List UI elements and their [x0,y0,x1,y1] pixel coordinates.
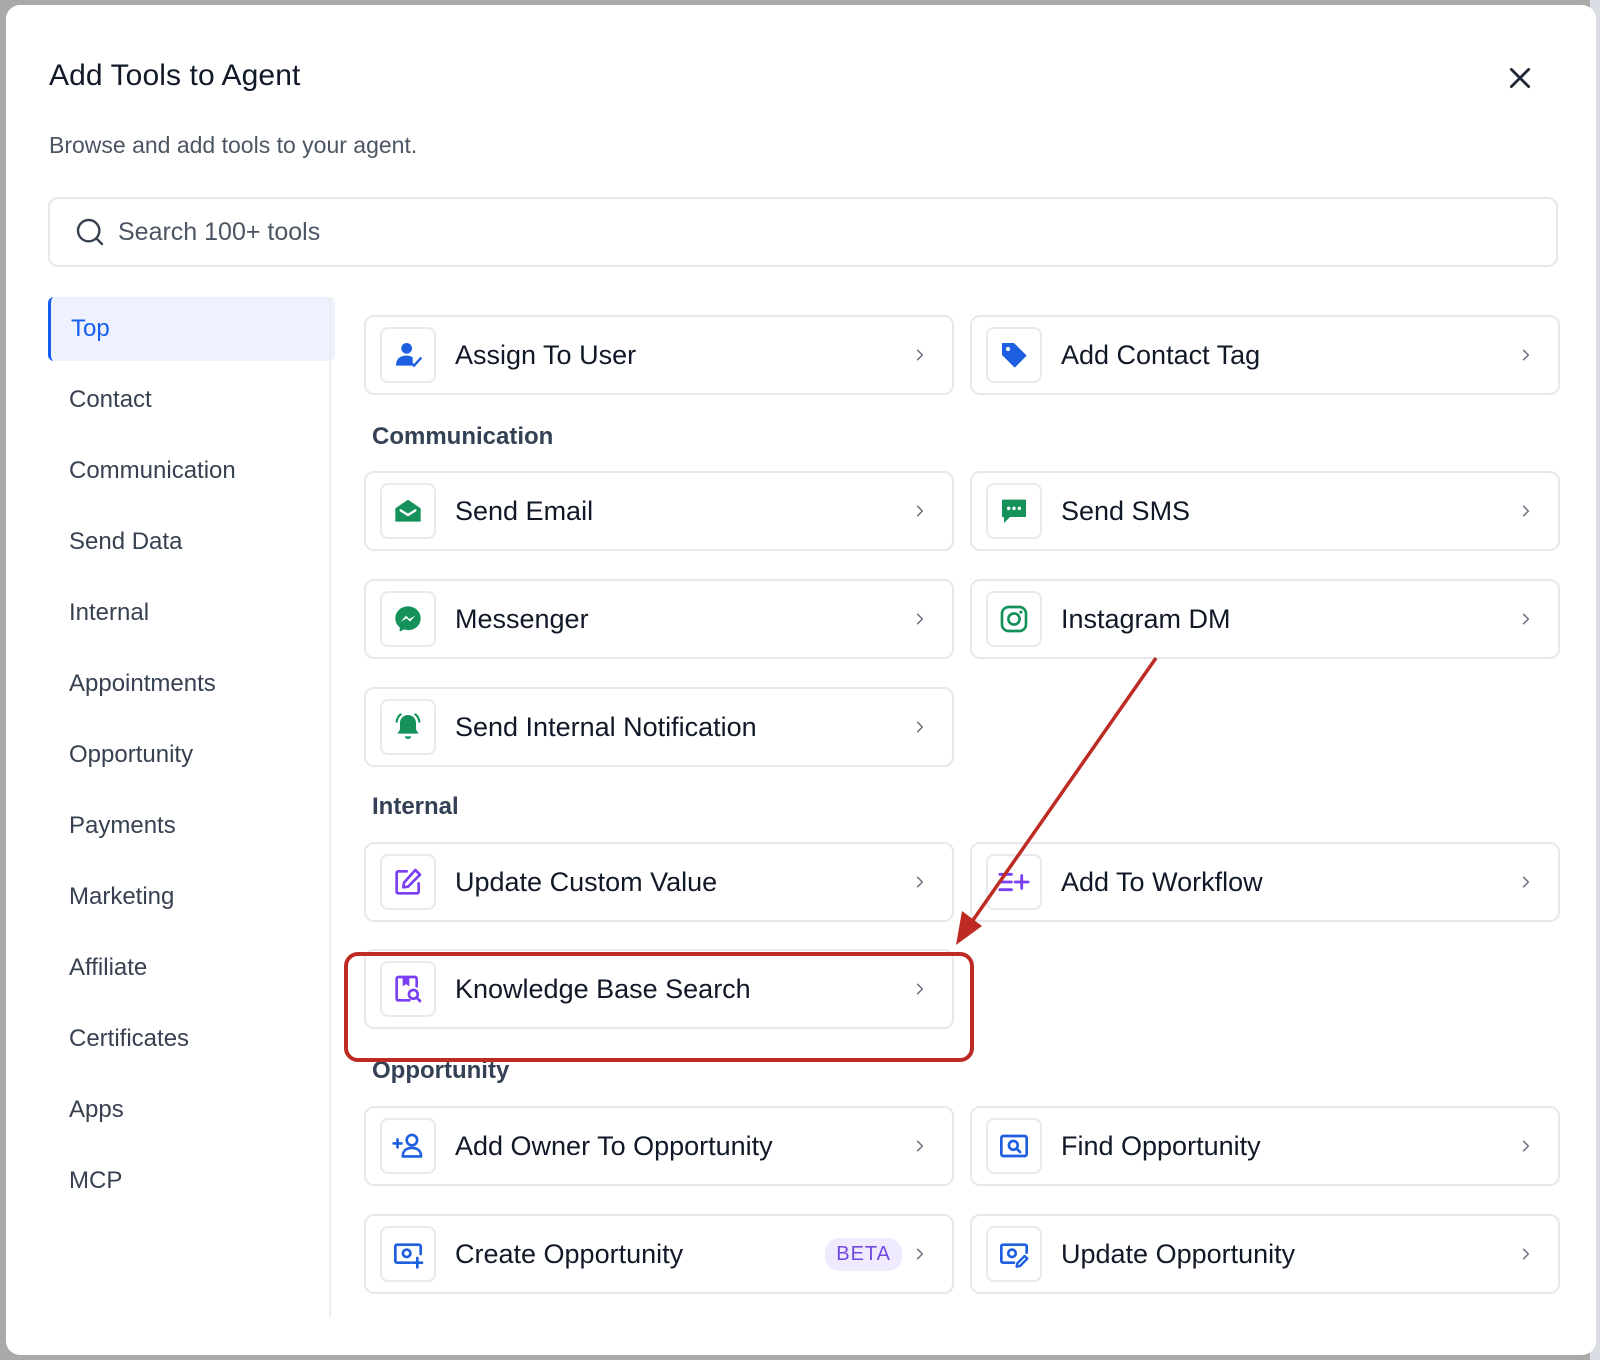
tool-card-update-custom-value[interactable]: Update Custom Value [364,842,954,922]
sidebar-item-internal[interactable]: Internal [48,581,335,645]
category-sidebar: Top Contact Communication Send Data Inte… [48,297,335,1220]
bell-icon [395,713,421,739]
sidebar-item-label: Send Data [69,528,183,555]
instagram-icon [1000,605,1028,633]
workflow-add-icon [998,872,1030,892]
sidebar-item-label: Marketing [69,883,175,910]
tools-list: Assign To User Add Contact Tag Communica… [364,5,1564,1355]
sidebar-divider [329,297,331,1317]
sidebar-item-communication[interactable]: Communication [48,439,335,503]
sidebar-item-contact[interactable]: Contact [48,368,335,432]
sidebar-item-payments[interactable]: Payments [48,794,335,858]
tool-label: Send Internal Notification [455,711,757,742]
knowledge-search-icon [395,975,422,1003]
tag-icon [1002,343,1027,368]
tool-card-knowledge-base-search[interactable]: Knowledge Base Search [364,949,954,1029]
dialog-subtitle: Browse and add tools to your agent. [49,132,418,158]
section-heading-communication: Communication [372,423,554,450]
chevron-right-icon [916,721,924,733]
tool-card-messenger[interactable]: Messenger [364,579,954,659]
sidebar-item-opportunity[interactable]: Opportunity [48,723,335,787]
tool-label: Assign To User [455,339,637,370]
chevron-right-icon [916,876,924,888]
tool-label: Messenger [455,603,589,634]
assign-user-icon [396,343,422,367]
add-owner-icon [392,1133,423,1158]
sidebar-item-label: Communication [69,457,236,484]
sidebar-item-affiliate[interactable]: Affiliate [48,936,335,1000]
tool-label: Update Custom Value [455,866,718,897]
tool-card-add-contact-tag[interactable]: Add Contact Tag [970,315,1560,395]
sidebar-item-label: Payments [69,812,176,839]
tool-card-assign-to-user[interactable]: Assign To User [364,315,954,395]
sidebar-item-top[interactable]: Top [48,297,335,361]
tool-label: Find Opportunity [1061,1130,1261,1161]
sidebar-item-marketing[interactable]: Marketing [48,865,335,929]
tool-card-send-sms[interactable]: Send SMS [970,471,1560,551]
messenger-icon [395,606,421,632]
tool-card-create-opportunity[interactable]: Create Opportunity BETA [364,1214,954,1294]
tool-card-find-opportunity[interactable]: Find Opportunity [970,1106,1560,1186]
sidebar-item-label: Apps [69,1096,124,1123]
chevron-right-icon [916,613,924,625]
chevron-right-icon [1522,1140,1530,1152]
chevron-right-icon [916,1140,924,1152]
sidebar-item-apps[interactable]: Apps [48,1078,335,1142]
sidebar-item-label: Top [71,315,110,342]
sidebar-item-label: Internal [69,599,150,626]
tool-label: Instagram DM [1061,603,1231,634]
tool-label: Add Owner To Opportunity [455,1130,773,1161]
chevron-right-icon [1522,1248,1530,1260]
tool-card-send-internal-notification[interactable]: Send Internal Notification [364,687,954,767]
sidebar-item-label: Certificates [69,1025,190,1052]
sms-icon [1002,499,1026,523]
tool-label: Update Opportunity [1061,1238,1296,1269]
email-icon [395,499,421,522]
tool-card-update-opportunity[interactable]: Update Opportunity [970,1214,1560,1294]
chevron-right-icon [1522,876,1530,888]
dialog-title: Add Tools to Agent [49,59,301,92]
chevron-right-icon [916,1248,924,1260]
sidebar-item-label: Contact [69,386,152,413]
sidebar-item-label: MCP [69,1167,123,1194]
chevron-right-icon [1522,613,1530,625]
tool-card-add-owner-to-opportunity[interactable]: Add Owner To Opportunity [364,1106,954,1186]
sidebar-item-certificates[interactable]: Certificates [48,1007,335,1071]
tool-label: Add To Workflow [1061,866,1263,897]
chevron-right-icon [916,983,924,995]
sidebar-item-appointments[interactable]: Appointments [48,652,335,716]
sidebar-item-label: Appointments [69,670,216,697]
search-icon [74,215,108,249]
tool-card-add-to-workflow[interactable]: Add To Workflow [970,842,1560,922]
tool-card-instagram-dm[interactable]: Instagram DM [970,579,1560,659]
tool-card-send-email[interactable]: Send Email [364,471,954,551]
sidebar-item-label: Opportunity [69,741,194,768]
tool-label: Send Email [455,495,594,526]
create-opportunity-icon [394,1243,424,1269]
tool-label: Knowledge Base Search [455,973,751,1004]
edit-icon [395,868,422,895]
chevron-right-icon [1522,505,1530,517]
tool-label: Create Opportunity [455,1238,684,1269]
sidebar-item-label: Affiliate [69,954,148,981]
add-tools-dialog: Add Tools to Agent Browse and add tools … [6,5,1596,1355]
section-heading-internal: Internal [372,793,459,820]
tool-label: Add Contact Tag [1061,339,1261,370]
beta-badge: BETA [825,1237,902,1271]
chevron-right-icon [1522,349,1530,361]
tool-label: Send SMS [1061,495,1191,526]
section-heading-opportunity: Opportunity [372,1057,510,1084]
find-icon [1000,1134,1028,1158]
sidebar-item-mcp[interactable]: MCP [48,1149,335,1213]
sidebar-item-send-data[interactable]: Send Data [48,510,335,574]
chevron-right-icon [916,505,924,517]
update-opportunity-icon [1000,1243,1029,1268]
chevron-right-icon [916,349,924,361]
